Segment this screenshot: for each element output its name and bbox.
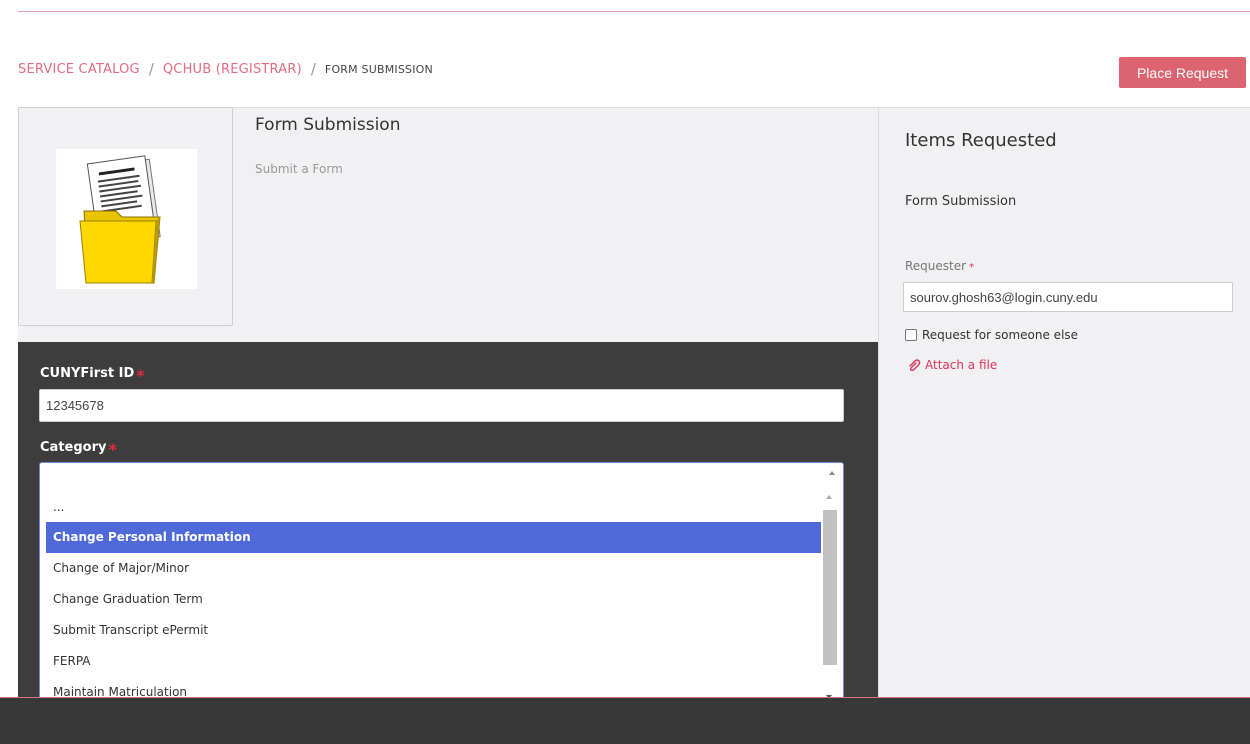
item-title: Form Submission	[255, 115, 401, 135]
category-option[interactable]: Change of Major/Minor	[46, 553, 821, 584]
category-option[interactable]: Change Graduation Term	[46, 584, 821, 615]
cunyfirst-id-label: CUNYFirst ID *	[40, 366, 145, 385]
required-marker: *	[969, 262, 975, 273]
breadcrumb: SERVICE CATALOG / QCHUB (REGISTRAR) / FO…	[18, 60, 433, 78]
requester-input[interactable]	[903, 282, 1233, 312]
attach-file-link[interactable]: Attach a file	[908, 358, 997, 372]
request-for-someone-else-label: Request for someone else	[922, 328, 1079, 342]
top-rule	[18, 11, 1250, 12]
attach-file-label: Attach a file	[925, 358, 998, 372]
category-option[interactable]: FERPA	[46, 646, 821, 677]
requester-label: Requester *	[905, 259, 974, 273]
required-marker: *	[108, 440, 117, 459]
breadcrumb-separator: /	[148, 60, 154, 78]
category-option[interactable]: ...	[46, 492, 821, 523]
item-image-frame	[18, 107, 233, 326]
place-request-button[interactable]: Place Request	[1119, 57, 1246, 88]
category-select[interactable]	[39, 462, 844, 488]
scroll-up-arrow-icon[interactable]	[826, 495, 832, 499]
item-image	[56, 149, 197, 289]
category-label: Category *	[40, 440, 117, 459]
requested-item-name: Form Submission	[905, 194, 1017, 209]
paperclip-icon	[909, 359, 921, 371]
breadcrumb-separator: /	[310, 60, 316, 78]
category-option-highlighted[interactable]: Change Personal Information	[46, 522, 821, 553]
cunyfirst-id-label-text: CUNYFirst ID	[40, 366, 135, 381]
scrollbar-thumb[interactable]	[823, 510, 837, 665]
category-dropdown-list: ... Change Personal Information Change o…	[39, 487, 844, 711]
cunyfirst-id-input[interactable]	[39, 389, 844, 422]
items-requested-heading: Items Requested	[905, 130, 1057, 151]
folder-document-icon	[79, 155, 161, 284]
item-short-description: Submit a Form	[255, 162, 343, 176]
request-for-someone-else[interactable]: Request for someone else	[905, 328, 1078, 342]
page-footer	[0, 697, 1250, 744]
category-option[interactable]: Submit Transcript ePermit	[46, 615, 821, 646]
required-marker: *	[136, 366, 145, 385]
request-for-someone-else-checkbox[interactable]	[905, 329, 917, 341]
breadcrumb-qchub[interactable]: QCHUB (REGISTRAR)	[163, 62, 302, 77]
dropdown-scrollbar[interactable]	[822, 487, 838, 710]
category-label-text: Category	[40, 440, 107, 455]
requester-label-text: Requester	[905, 259, 967, 273]
breadcrumb-current: FORM SUBMISSION	[324, 62, 433, 76]
chevron-up-icon	[829, 471, 835, 475]
breadcrumb-service-catalog[interactable]: SERVICE CATALOG	[18, 62, 140, 77]
